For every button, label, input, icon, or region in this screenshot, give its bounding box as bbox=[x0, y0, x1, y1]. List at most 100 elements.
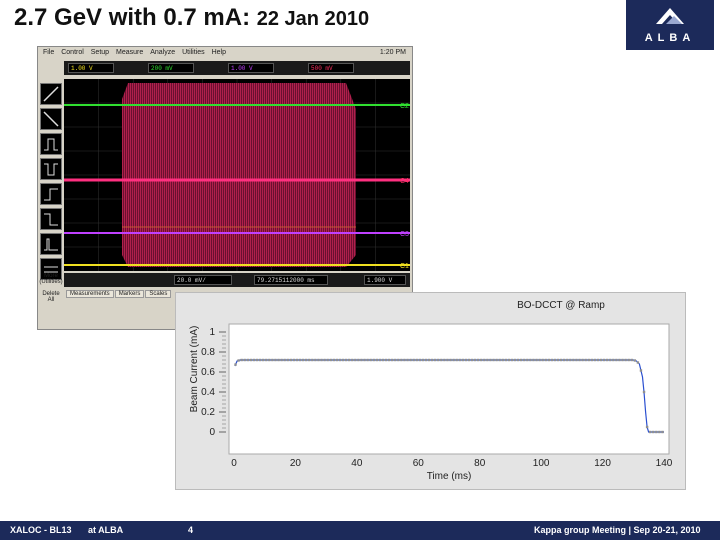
data-point bbox=[569, 358, 572, 362]
y-tick-label: 0 bbox=[209, 427, 215, 438]
data-point bbox=[639, 369, 643, 372]
channel-4-scale[interactable]: 500 mV bbox=[308, 63, 354, 73]
all-label[interactable]: All bbox=[38, 297, 64, 303]
data-point bbox=[612, 358, 615, 362]
chart-title: BO-DCCT @ Ramp bbox=[517, 300, 605, 311]
data-point bbox=[661, 430, 664, 434]
data-point bbox=[492, 358, 495, 362]
tool-button[interactable] bbox=[40, 133, 62, 155]
data-point bbox=[642, 390, 646, 394]
data-point bbox=[562, 358, 566, 362]
y-tick-label: 0.8 bbox=[201, 347, 215, 358]
data-point bbox=[593, 358, 597, 362]
menu-measure[interactable]: Measure bbox=[116, 49, 143, 56]
readout-trigger[interactable]: 1.900 V bbox=[364, 275, 406, 285]
x-tick-label: 0 bbox=[231, 458, 237, 469]
menu-control[interactable]: Control bbox=[61, 49, 84, 56]
data-point bbox=[566, 358, 569, 362]
data-point bbox=[409, 358, 412, 362]
data-point bbox=[553, 358, 557, 362]
x-axis-label: Time (ms) bbox=[427, 471, 472, 482]
channel-2-scale[interactable]: 200 mV bbox=[148, 63, 194, 73]
pulse-icon bbox=[44, 138, 58, 151]
scope-tool-column bbox=[40, 83, 62, 283]
scope-display: C2 C4 C3 C1 bbox=[64, 79, 410, 271]
data-point bbox=[271, 358, 274, 362]
tool-button[interactable] bbox=[40, 208, 62, 230]
data-point bbox=[421, 358, 425, 362]
oscilloscope-window: File Control Setup Measure Analyze Utili… bbox=[37, 46, 413, 330]
data-point bbox=[501, 358, 504, 362]
data-point bbox=[406, 358, 409, 362]
data-point bbox=[375, 358, 379, 362]
data-point bbox=[648, 430, 652, 434]
data-point bbox=[344, 358, 348, 362]
y-axis-label: Beam Current (mA) bbox=[189, 326, 200, 413]
data-point bbox=[332, 358, 336, 362]
menu-utilities[interactable]: Utilities bbox=[182, 49, 205, 56]
data-point bbox=[470, 358, 474, 362]
data-point bbox=[458, 358, 461, 362]
x-tick-label: 140 bbox=[656, 458, 673, 469]
data-point bbox=[433, 358, 437, 362]
tab-measurements[interactable]: Measurements bbox=[66, 290, 114, 298]
data-point bbox=[599, 358, 603, 362]
data-point bbox=[372, 358, 375, 362]
data-point bbox=[424, 358, 428, 362]
data-point bbox=[301, 358, 305, 362]
data-point bbox=[529, 358, 532, 362]
channel-1-scale[interactable]: 1.00 V bbox=[68, 63, 114, 73]
menu-help[interactable]: Help bbox=[212, 49, 226, 56]
data-point bbox=[311, 358, 314, 362]
data-point bbox=[526, 358, 529, 362]
data-point bbox=[489, 358, 492, 362]
data-point bbox=[347, 358, 351, 362]
data-point bbox=[381, 358, 385, 362]
data-point bbox=[323, 358, 326, 362]
ramp-icon bbox=[43, 86, 59, 102]
data-point bbox=[535, 358, 538, 362]
beam-current-chart: BO-DCCT @ Ramp Beam Current (mA) Time (m… bbox=[189, 300, 673, 482]
data-point bbox=[590, 358, 594, 362]
data-point bbox=[652, 430, 655, 434]
data-point bbox=[618, 358, 621, 362]
data-point bbox=[412, 358, 415, 362]
channel-4-label: 500 mV bbox=[311, 65, 333, 72]
data-point bbox=[556, 358, 560, 362]
menu-file[interactable]: File bbox=[43, 49, 54, 56]
data-point bbox=[532, 358, 535, 362]
tool-button[interactable] bbox=[40, 108, 62, 130]
tab-scales[interactable]: Scales bbox=[145, 290, 172, 298]
data-point bbox=[366, 358, 369, 362]
tool-button[interactable] bbox=[40, 183, 62, 205]
trace-label-c2: C2 bbox=[400, 103, 409, 110]
data-point bbox=[483, 358, 486, 362]
channel-3-scale[interactable]: 1.00 V bbox=[228, 63, 274, 73]
utilities-label[interactable]: (Utilities) bbox=[38, 279, 64, 285]
data-point bbox=[261, 358, 265, 362]
data-point bbox=[572, 358, 575, 362]
data-point bbox=[400, 358, 403, 362]
data-point bbox=[504, 358, 508, 362]
tool-button[interactable] bbox=[40, 83, 62, 105]
tool-button[interactable] bbox=[40, 158, 62, 180]
tab-markers[interactable]: Markers bbox=[114, 290, 145, 298]
data-point bbox=[252, 358, 256, 362]
data-point bbox=[516, 358, 520, 362]
tool-button[interactable] bbox=[40, 233, 62, 255]
data-point bbox=[360, 358, 363, 362]
readout-timebase[interactable]: 79.2715112000 ms bbox=[254, 275, 328, 285]
data-point bbox=[559, 358, 563, 362]
x-tick-label: 40 bbox=[351, 458, 363, 469]
menu-analyze[interactable]: Analyze bbox=[150, 49, 175, 56]
scope-tabs: Measurements Markers Scales bbox=[66, 290, 172, 298]
y-tick-label: 0.2 bbox=[201, 407, 215, 418]
readout-vdiv[interactable]: 20.0 mV/ bbox=[174, 275, 232, 285]
data-point bbox=[329, 358, 332, 362]
title-main: 2.7 GeV with 0.7 mA: bbox=[14, 4, 251, 31]
menu-setup[interactable]: Setup bbox=[91, 49, 109, 56]
footer-left: XALOC - BL13 bbox=[10, 525, 72, 535]
data-point bbox=[308, 358, 311, 362]
plot-area bbox=[228, 323, 670, 455]
data-point bbox=[430, 358, 434, 362]
